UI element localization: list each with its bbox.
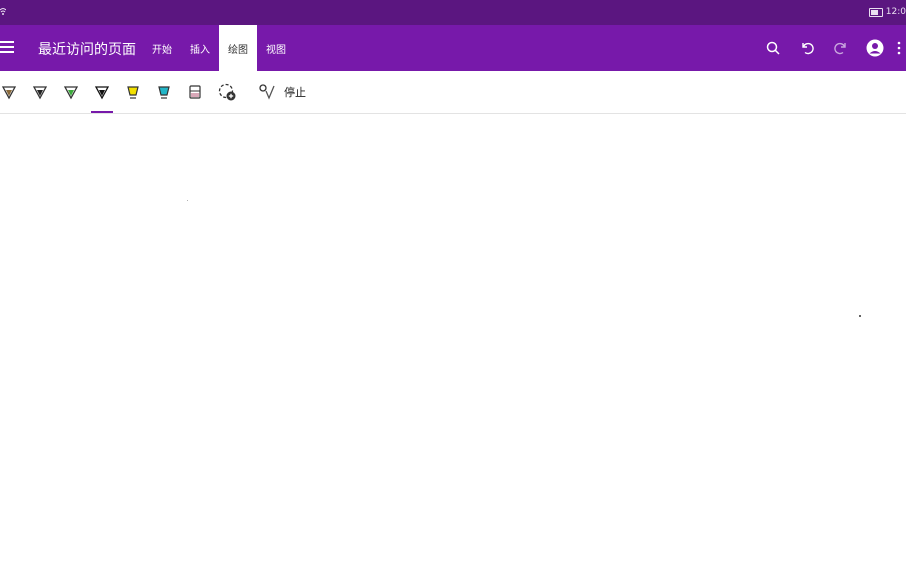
pen-black-selected-icon[interactable] bbox=[91, 81, 113, 113]
header-actions bbox=[756, 25, 906, 71]
more-options-button[interactable] bbox=[892, 25, 906, 71]
ink-speck bbox=[187, 200, 188, 201]
battery-icon bbox=[868, 7, 883, 17]
system-status-bar: 12:0 bbox=[0, 0, 906, 25]
navigation-menu-button[interactable] bbox=[0, 41, 14, 55]
highlighter-cyan-icon[interactable] bbox=[153, 81, 175, 103]
stop-button[interactable]: 停止 bbox=[258, 82, 306, 102]
drawing-canvas[interactable] bbox=[0, 114, 906, 566]
ribbon-tabs: 开始 插入 绘图 视图 bbox=[143, 25, 295, 71]
page-title: 最近访问的页面 bbox=[38, 42, 136, 58]
tab-home[interactable]: 开始 bbox=[143, 25, 181, 71]
account-button[interactable] bbox=[858, 25, 892, 71]
app-header: 最近访问的页面 开始 插入 绘图 视图 bbox=[0, 25, 906, 71]
ink-dot bbox=[859, 315, 861, 317]
tab-draw[interactable]: 绘图 bbox=[219, 25, 257, 71]
pencil-pink-icon[interactable] bbox=[184, 81, 206, 103]
pen-black-icon[interactable] bbox=[29, 81, 51, 103]
add-pen-icon[interactable] bbox=[216, 81, 238, 103]
account-icon bbox=[866, 39, 884, 57]
draw-toolbar: 停止 bbox=[0, 71, 906, 114]
pen-brown-icon[interactable] bbox=[0, 81, 20, 103]
clock: 12:0 bbox=[885, 7, 906, 17]
pen-green-icon[interactable] bbox=[60, 81, 82, 103]
redo-button[interactable] bbox=[824, 25, 858, 71]
undo-button[interactable] bbox=[790, 25, 824, 71]
wifi-icon bbox=[0, 7, 7, 19]
undo-icon bbox=[802, 42, 814, 55]
more-options-icon bbox=[897, 41, 901, 55]
lasso-stop-icon bbox=[259, 84, 275, 100]
search-button[interactable] bbox=[756, 25, 790, 71]
redo-icon bbox=[834, 42, 846, 55]
stop-label: 停止 bbox=[284, 86, 306, 99]
search-icon bbox=[766, 41, 780, 55]
tab-view[interactable]: 视图 bbox=[257, 25, 295, 71]
tab-insert[interactable]: 插入 bbox=[181, 25, 219, 71]
highlighter-yellow-icon[interactable] bbox=[122, 81, 144, 103]
